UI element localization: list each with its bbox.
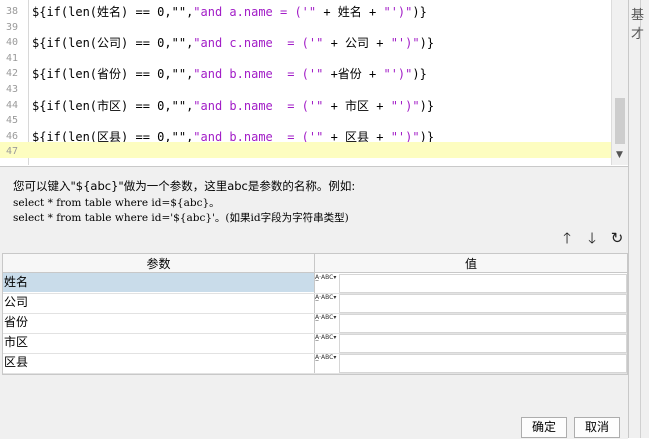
hint-text-line1: 您可以键入"${abc}"做为一个参数，这里abc是参数的名称。例如:	[13, 179, 356, 193]
scrollbar-thumb[interactable]	[615, 98, 625, 144]
table-row[interactable]: 省份 A̲·ABC▾	[3, 313, 627, 334]
code-line[interactable]: 40 ${if(len(公司) == 0,"","and c.name = ('"…	[0, 33, 611, 50]
param-value-input[interactable]	[339, 294, 627, 313]
background-window-edge: 基才	[628, 0, 649, 438]
cancel-button[interactable]: 取消	[574, 417, 620, 438]
ok-button[interactable]: 确定	[521, 417, 567, 438]
param-name-cell[interactable]: 省份	[3, 313, 314, 332]
param-name-cell[interactable]: 市区	[3, 333, 314, 352]
line-number: 47	[6, 146, 19, 158]
type-selector-icon[interactable]: A̲·ABC▾	[315, 294, 337, 312]
table-row[interactable]: 姓名 A̲·ABC▾	[3, 273, 627, 294]
column-header-param[interactable]: 参数	[3, 255, 314, 272]
parameter-table: 参数 值 姓名 A̲·ABC▾ 公司 A̲·ABC▾ 省份 A̲·ABC▾ 市区 A̲·ABC…	[2, 253, 628, 375]
chevron-down-icon: ▾	[333, 314, 337, 321]
chevron-down-icon: ▾	[333, 274, 337, 281]
hint-text-line3: select * from table where id='${abc}'。(如…	[13, 212, 349, 224]
editor-vertical-scrollbar[interactable]: ▼	[611, 0, 628, 165]
param-value-input[interactable]	[339, 314, 627, 333]
type-icon-glyph: A̲·ABC	[315, 354, 334, 361]
type-selector-icon[interactable]: A̲·ABC▾	[315, 274, 337, 292]
table-row[interactable]: 区县 A̲·ABC▾	[3, 353, 627, 374]
arrow-down-icon[interactable]: 🡓	[584, 230, 600, 246]
code-line[interactable]: 41	[0, 49, 611, 65]
param-name-cell[interactable]: 姓名	[3, 273, 314, 292]
table-row[interactable]: 市区 A̲·ABC▾	[3, 333, 627, 354]
table-row[interactable]: 公司 A̲·ABC▾	[3, 293, 627, 314]
code-line[interactable]: 39	[0, 18, 611, 34]
code-line[interactable]: 45	[0, 111, 611, 127]
param-value-input[interactable]	[339, 354, 627, 373]
param-name-cell[interactable]: 公司	[3, 293, 314, 312]
code-line[interactable]: 47	[0, 142, 611, 159]
refresh-icon[interactable]: ↻	[609, 230, 625, 246]
type-selector-icon[interactable]: A̲·ABC▾	[315, 314, 337, 332]
arrow-up-icon[interactable]: 🡑	[559, 230, 575, 246]
type-selector-icon[interactable]: A̲·ABC▾	[315, 334, 337, 352]
table-header: 参数 值	[3, 254, 627, 273]
param-value-input[interactable]	[339, 334, 627, 353]
param-value-input[interactable]	[339, 274, 627, 293]
code-line[interactable]: 43	[0, 80, 611, 96]
type-icon-glyph: A̲·ABC	[315, 334, 334, 341]
divider	[640, 0, 641, 438]
sql-editor[interactable]: 38 ${if(len(姓名) == 0,"","and a.name = ('"…	[0, 0, 611, 165]
column-header-value[interactable]: 值	[315, 255, 627, 272]
code-line[interactable]: 38 ${if(len(姓名) == 0,"","and a.name = ('"…	[0, 2, 611, 19]
chevron-down-icon[interactable]: ▼	[616, 150, 623, 160]
type-icon-glyph: A̲·ABC	[315, 294, 334, 301]
code-line[interactable]: 42 ${if(len(省份) == 0,"","and b.name = ('"…	[0, 64, 611, 81]
type-selector-icon[interactable]: A̲·ABC▾	[315, 354, 337, 372]
param-name-cell[interactable]: 区县	[3, 353, 314, 372]
chevron-down-icon: ▾	[333, 294, 337, 301]
type-icon-glyph: A̲·ABC	[315, 274, 334, 281]
hint-text-line2: select * from table where id=${abc}。	[13, 197, 220, 209]
code-line[interactable]: 46 ${if(len(区县) == 0,"","and b.name = ('"…	[0, 127, 611, 144]
chevron-down-icon: ▾	[333, 354, 337, 361]
background-window-text: 基才	[631, 8, 645, 42]
chevron-down-icon: ▾	[333, 334, 337, 341]
type-icon-glyph: A̲·ABC	[315, 314, 334, 321]
code-line[interactable]: 44 ${if(len(市区) == 0,"","and b.name = ('"…	[0, 96, 611, 113]
